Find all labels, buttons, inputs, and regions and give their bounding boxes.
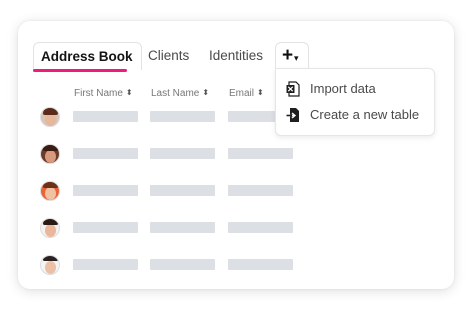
last-name-placeholder — [150, 185, 215, 196]
column-header-last-name[interactable]: Last Name ⬍ — [151, 88, 209, 99]
active-tab-indicator — [33, 69, 127, 72]
avatar — [40, 255, 60, 275]
last-name-placeholder — [150, 222, 215, 233]
first-name-placeholder — [73, 185, 138, 196]
menu-item-label: Create a new table — [310, 107, 420, 122]
sort-icon: ⬍ — [202, 88, 210, 98]
menu-item-create-table[interactable]: Create a new table — [276, 102, 434, 128]
tab-bar: Address Book Clients Identities + ▾ — [18, 21, 454, 75]
tab-address-book[interactable]: Address Book — [33, 42, 142, 70]
table-row[interactable] — [18, 144, 454, 168]
column-header-email[interactable]: Email ⬍ — [229, 88, 264, 99]
email-placeholder — [228, 148, 293, 159]
table-row[interactable] — [18, 181, 454, 205]
first-name-placeholder — [73, 222, 138, 233]
first-name-placeholder — [73, 111, 138, 122]
first-name-placeholder — [73, 259, 138, 270]
last-name-placeholder — [150, 148, 215, 159]
column-header-label: Last Name — [151, 88, 200, 99]
email-placeholder — [228, 259, 293, 270]
menu-item-label: Import data — [310, 81, 376, 96]
tab-identities[interactable]: Identities — [209, 43, 263, 69]
column-header-first-name[interactable]: First Name ⬍ — [74, 88, 133, 99]
first-name-placeholder — [73, 148, 138, 159]
sort-icon: ⬍ — [257, 88, 264, 98]
table-row[interactable] — [18, 218, 454, 242]
avatar — [40, 218, 60, 238]
plus-icon: + — [282, 45, 294, 66]
last-name-placeholder — [150, 111, 215, 122]
avatar — [40, 181, 60, 201]
chevron-down-icon: ▾ — [294, 53, 299, 63]
add-tab-button[interactable]: + ▾ — [275, 42, 309, 70]
avatar — [40, 144, 60, 164]
column-header-label: First Name — [74, 88, 123, 99]
email-placeholder — [228, 222, 293, 233]
avatar — [40, 107, 60, 127]
last-name-placeholder — [150, 259, 215, 270]
excel-file-icon — [286, 81, 300, 97]
file-import-icon — [286, 108, 299, 122]
table-row[interactable] — [18, 255, 454, 279]
menu-item-import-data[interactable]: Import data — [276, 76, 434, 102]
add-menu-dropdown: Import data Create a new table — [275, 68, 435, 136]
tab-clients[interactable]: Clients — [148, 43, 189, 69]
column-header-label: Email — [229, 88, 255, 99]
sort-icon: ⬍ — [125, 88, 133, 98]
email-placeholder — [228, 185, 293, 196]
address-book-card: Address Book Clients Identities + ▾ Firs… — [18, 21, 454, 289]
